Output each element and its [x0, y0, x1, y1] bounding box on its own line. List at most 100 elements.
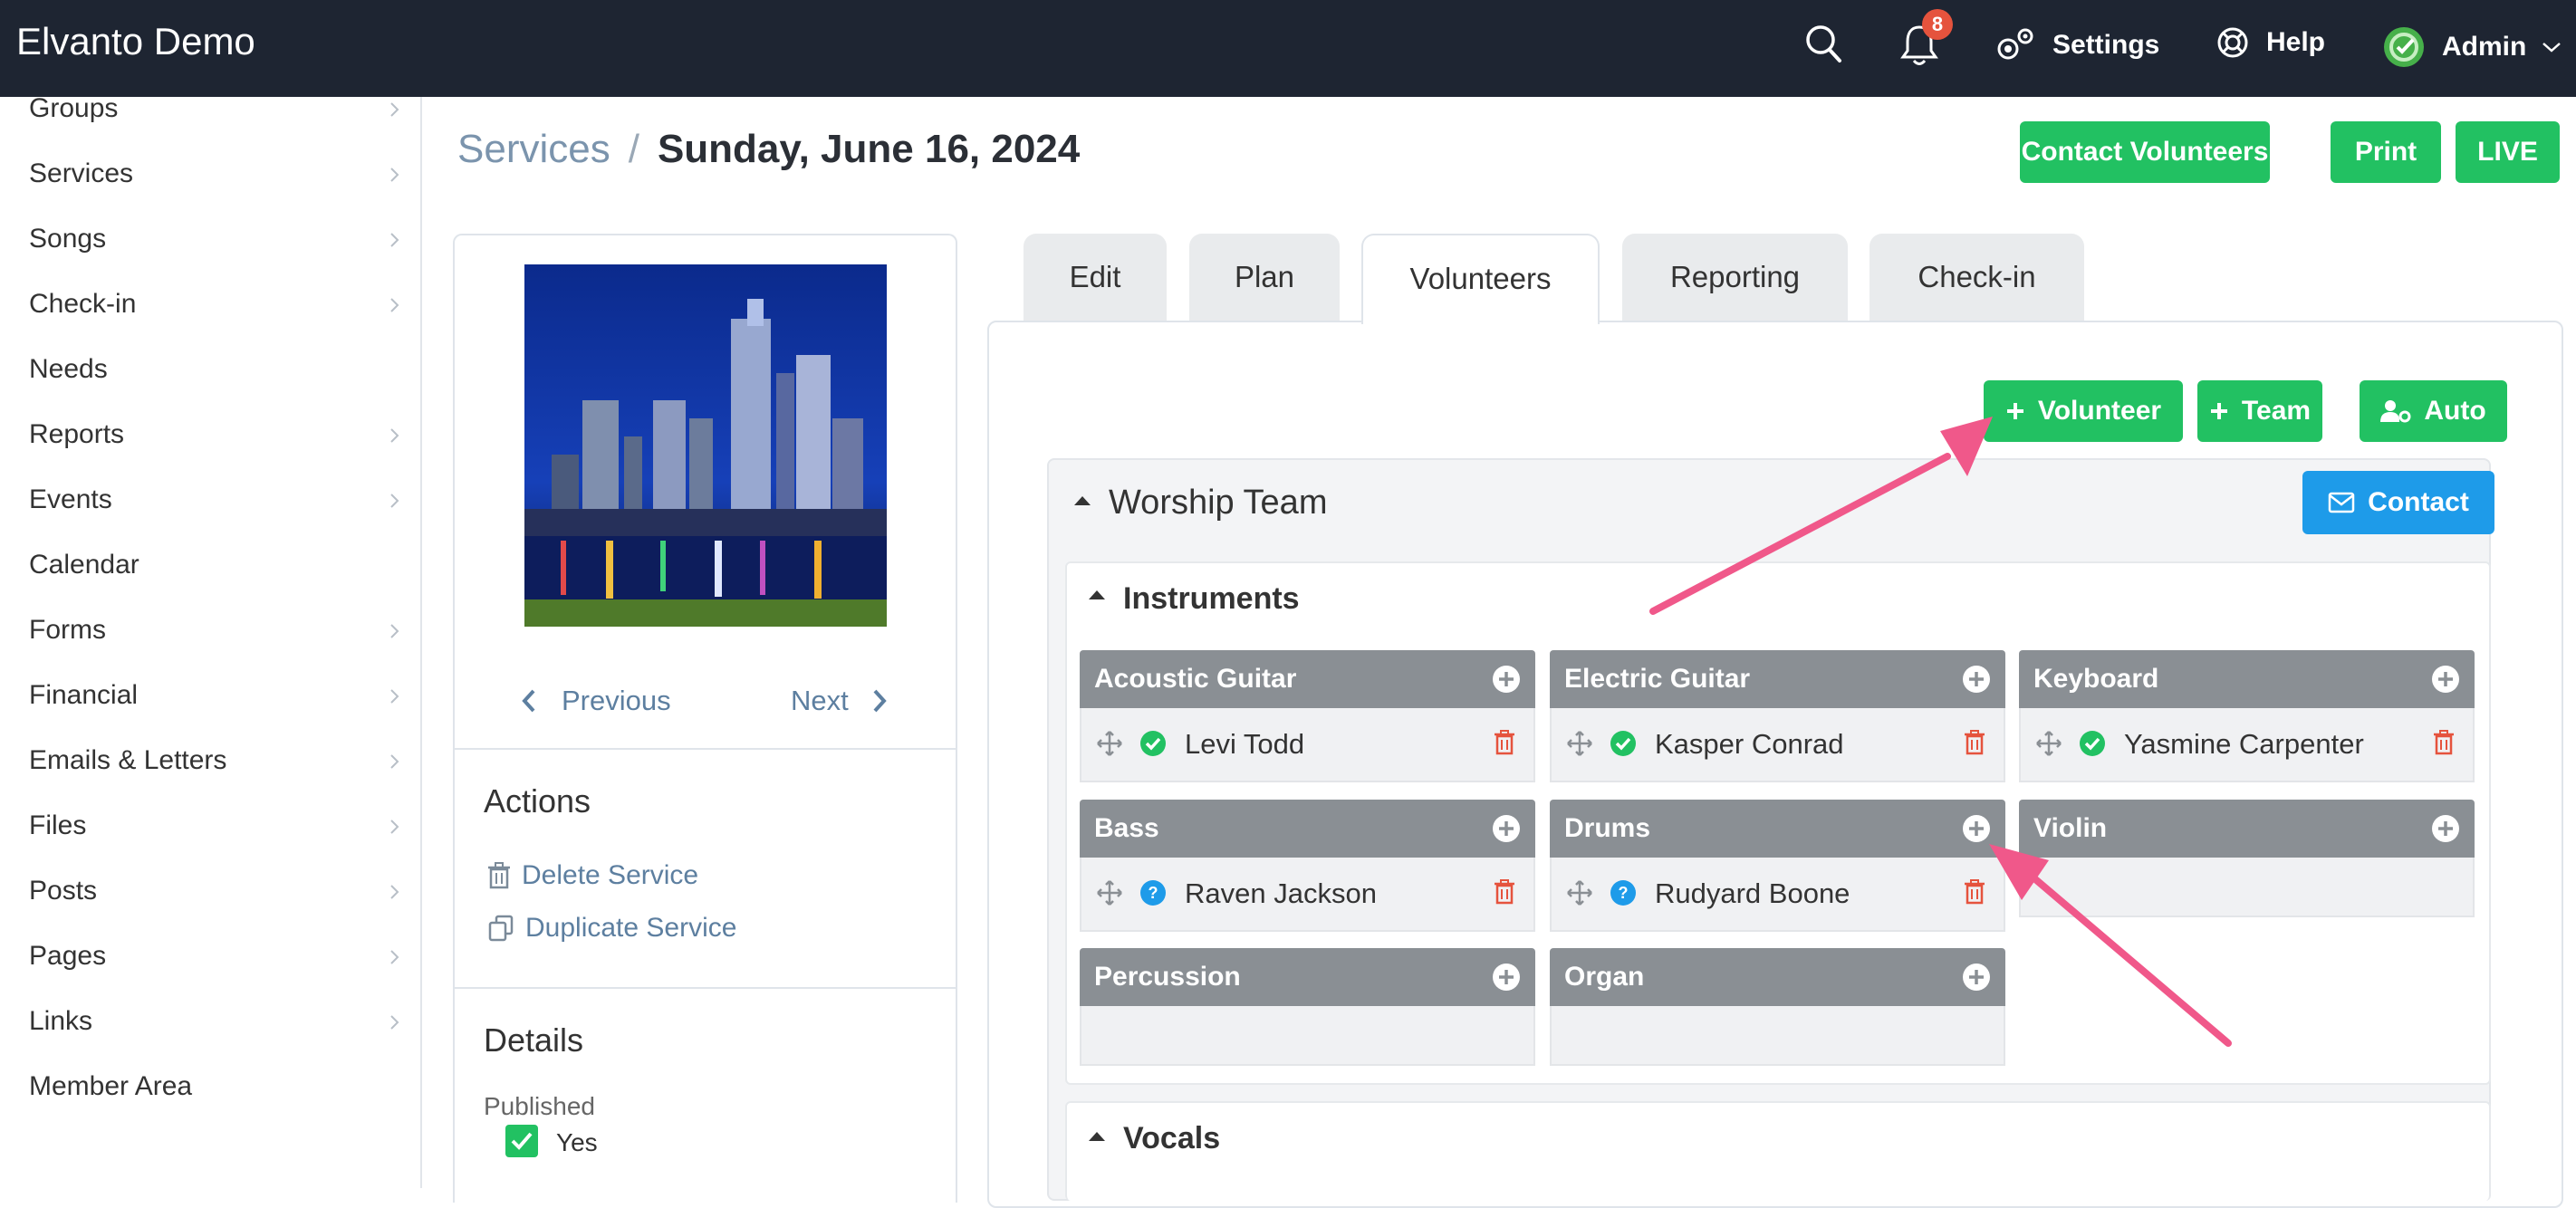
trash-icon[interactable]	[1964, 730, 1985, 755]
auto-button[interactable]: Auto	[2360, 380, 2507, 442]
avatar	[2384, 27, 2424, 67]
actions-title: Actions	[484, 782, 591, 820]
move-icon[interactable]	[2035, 730, 2062, 757]
empty-slot	[1550, 1006, 2005, 1066]
add-volunteer-icon[interactable]	[1962, 665, 1991, 694]
sidebar-item-reports[interactable]: Reports	[29, 412, 400, 457]
tab-volunteers[interactable]: Volunteers	[1361, 234, 1600, 324]
role-bass: Bass ? Raven Jackson	[1080, 800, 1535, 932]
sidebar-item-member-area[interactable]: Member Area	[29, 1064, 400, 1109]
collapse-caret-icon[interactable]	[1089, 590, 1105, 599]
chevron-right-icon	[390, 624, 399, 638]
chevron-right-icon	[390, 168, 399, 182]
sidebar-item-calendar[interactable]: Calendar	[29, 542, 400, 588]
role-acoustic-guitar: Acoustic Guitar Levi Todd	[1080, 650, 1535, 782]
sidebar-item-emails-letters[interactable]: Emails & Letters	[29, 738, 400, 783]
settings-menu[interactable]: Settings	[1993, 25, 2159, 65]
chevron-right-icon	[390, 102, 399, 117]
settings-label: Settings	[2052, 30, 2160, 60]
sidebar-item-events[interactable]: Events	[29, 477, 400, 523]
volunteer-name[interactable]: Kasper Conrad	[1655, 728, 1844, 761]
collapse-caret-icon[interactable]	[1074, 496, 1091, 505]
user-cog-icon	[2380, 400, 2411, 423]
add-team-button[interactable]: Team	[2197, 380, 2322, 442]
sidebar-item-financial[interactable]: Financial	[29, 673, 400, 718]
add-volunteer-icon[interactable]	[1492, 814, 1521, 843]
sidebar-item-needs[interactable]: Needs	[29, 347, 400, 392]
volunteer-name[interactable]: Raven Jackson	[1185, 877, 1377, 910]
service-photo	[524, 264, 887, 627]
add-volunteer-icon[interactable]	[1492, 963, 1521, 992]
trash-icon[interactable]	[2433, 730, 2455, 755]
sidebar-item-songs[interactable]: Songs	[29, 216, 400, 262]
trash-icon[interactable]	[1494, 730, 1515, 755]
add-volunteer-icon[interactable]	[1492, 665, 1521, 694]
tab-edit[interactable]: Edit	[1024, 234, 1167, 321]
duplicate-service-link[interactable]: Duplicate Service	[487, 913, 736, 944]
next-link[interactable]: Next	[791, 685, 889, 717]
trash-icon	[488, 862, 510, 889]
sidebar-item-links[interactable]: Links	[29, 999, 400, 1044]
collapse-caret-icon[interactable]	[1089, 1132, 1105, 1141]
previous-link[interactable]: Previous	[520, 685, 671, 717]
team-title: Worship Team	[1109, 484, 1328, 522]
add-volunteer-icon[interactable]	[2431, 814, 2460, 843]
app-title[interactable]: Elvanto Demo	[16, 20, 255, 63]
chevron-right-icon	[390, 298, 399, 312]
contact-volunteers-button[interactable]: Contact Volunteers	[2020, 121, 2270, 183]
sidebar-item-services[interactable]: Services	[29, 151, 400, 197]
pending-icon: ?	[1610, 880, 1636, 906]
breadcrumb-services-link[interactable]: Services	[457, 127, 610, 171]
volunteer-name[interactable]: Yasmine Carpenter	[2124, 728, 2364, 761]
breadcrumb-separator: /	[628, 127, 639, 171]
search-icon[interactable]	[1804, 22, 1844, 72]
user-label: Admin	[2442, 32, 2527, 62]
chevron-right-icon	[390, 1015, 399, 1030]
move-icon[interactable]	[1566, 879, 1593, 906]
add-volunteer-icon[interactable]	[1962, 814, 1991, 843]
svg-text:?: ?	[1149, 884, 1158, 902]
svg-text:?: ?	[1619, 884, 1629, 902]
tab-reporting[interactable]: Reporting	[1622, 234, 1848, 321]
sidebar-item-groups[interactable]: Groups	[29, 97, 400, 131]
user-menu[interactable]: Admin	[2382, 25, 2562, 69]
chevron-right-icon	[390, 885, 399, 899]
sidebar-item-forms[interactable]: Forms	[29, 608, 400, 653]
published-checkbox[interactable]	[505, 1125, 538, 1157]
sidebar-item-files[interactable]: Files	[29, 803, 400, 848]
trash-icon[interactable]	[1494, 879, 1515, 905]
delete-service-link[interactable]: Delete Service	[487, 860, 698, 891]
sidebar-item-pages[interactable]: Pages	[29, 934, 400, 979]
divider	[455, 748, 956, 750]
add-volunteer-button[interactable]: Volunteer	[1984, 380, 2183, 442]
help-menu[interactable]: Help	[2216, 25, 2325, 60]
details-title: Details	[484, 1021, 584, 1059]
add-volunteer-icon[interactable]	[1962, 963, 1991, 992]
published-label: Published	[484, 1092, 595, 1120]
live-button[interactable]: LIVE	[2456, 121, 2560, 183]
role-drums: Drums ? Rudyard Boone	[1550, 800, 2005, 932]
service-info-panel: Previous Next Actions Delete Service Dup…	[453, 234, 957, 1203]
chevron-right-icon	[390, 950, 399, 964]
envelope-icon	[2328, 492, 2355, 513]
move-icon[interactable]	[1096, 879, 1123, 906]
trash-icon[interactable]	[1964, 879, 1985, 905]
chevron-right-icon	[873, 689, 887, 713]
tab-plan[interactable]: Plan	[1189, 234, 1340, 321]
divider	[455, 987, 956, 989]
move-icon[interactable]	[1096, 730, 1123, 757]
tab-check-in[interactable]: Check-in	[1870, 234, 2084, 321]
print-button[interactable]: Print	[2331, 121, 2441, 183]
plus-icon	[2006, 403, 2023, 419]
published-value: Yes	[556, 1128, 598, 1156]
role-organ: Organ	[1550, 948, 2005, 1066]
sidebar-item-posts[interactable]: Posts	[29, 868, 400, 914]
volunteer-name[interactable]: Rudyard Boone	[1655, 877, 1850, 910]
contact-team-button[interactable]: Contact	[2302, 471, 2494, 534]
sidebar-item-check-in[interactable]: Check-in	[29, 282, 400, 327]
empty-slot	[2019, 858, 2475, 917]
add-volunteer-icon[interactable]	[2431, 665, 2460, 694]
volunteer-name[interactable]: Levi Todd	[1185, 728, 1304, 761]
volunteer-row: Yasmine Carpenter	[2021, 708, 2473, 781]
move-icon[interactable]	[1566, 730, 1593, 757]
